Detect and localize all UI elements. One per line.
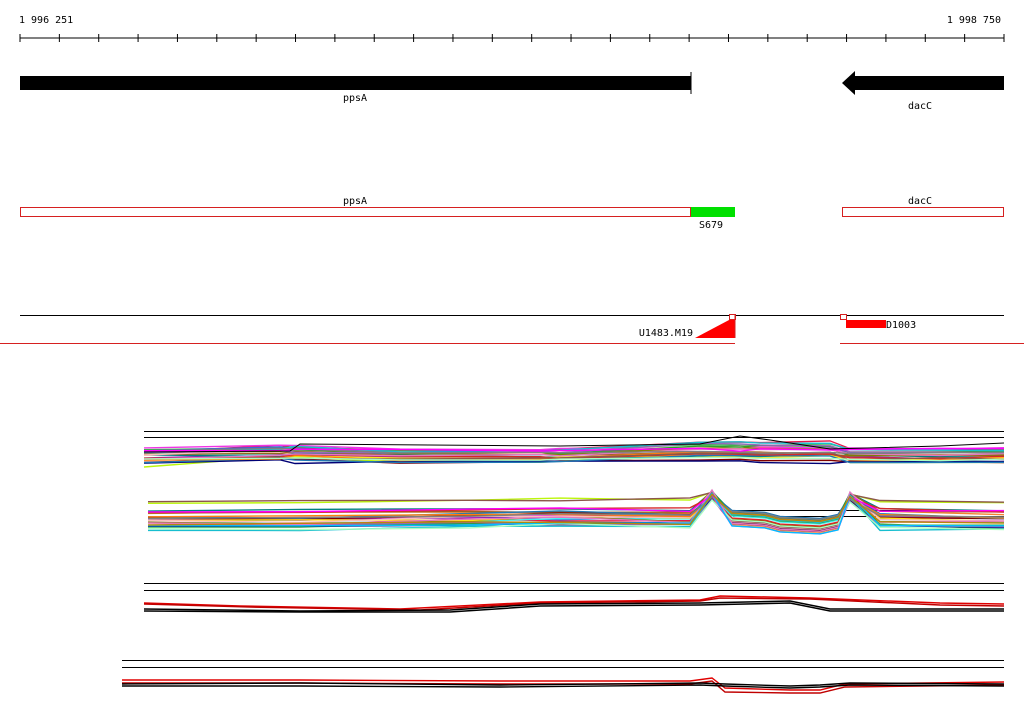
annotation-dacC-box[interactable] — [842, 207, 1004, 217]
gene-dacC-label: dacC — [908, 101, 932, 112]
gene-track: ppsA dacC — [20, 71, 1004, 112]
feature-U1483-M19-ramp[interactable] — [695, 320, 735, 338]
annotation-track: ppsA S679 dacC — [20, 196, 1004, 231]
profile-panel-4 — [121, 660, 1005, 694]
genome-browser-view: 1 996 251 1 998 750 ppsA dacC ppsA S679 … — [0, 15, 1024, 694]
panel-1-series — [143, 435, 1005, 468]
ruler-end-label: 1 998 750 — [947, 15, 1001, 26]
feature-U1483-M19-label: U1483.M19 — [639, 328, 693, 339]
profile-panel-1 — [143, 431, 1005, 468]
coordinate-ruler: 1 996 251 1 998 750 — [19, 15, 1005, 42]
annotation-ppsA[interactable]: ppsA — [20, 196, 691, 217]
feature-U1483-M19[interactable]: U1483.M19 — [639, 314, 736, 340]
ruler-start-label: 1 996 251 — [19, 15, 73, 26]
profile-panel-2 — [147, 488, 1005, 535]
annotation-dacC[interactable]: dacC — [842, 196, 1004, 217]
feature-track: U1483.M19 D1003 — [0, 314, 1024, 344]
annotation-ppsA-box[interactable] — [20, 207, 691, 217]
feature-D1003-label: D1003 — [886, 320, 916, 331]
profile-panel-3 — [143, 583, 1005, 613]
gene-ppsA[interactable]: ppsA — [20, 72, 692, 104]
feature-D1003[interactable]: D1003 — [840, 314, 917, 332]
annotation-S679-box[interactable] — [691, 207, 735, 217]
annotation-S679[interactable]: S679 — [691, 207, 735, 231]
panel-3-series — [143, 595, 1005, 613]
panel-4-series — [121, 677, 1005, 694]
annotation-ppsA-label: ppsA — [343, 196, 367, 207]
annotation-S679-label: S679 — [699, 220, 723, 231]
panel-2-series — [147, 488, 1005, 535]
gene-ppsA-label: ppsA — [343, 93, 367, 104]
gene-ppsA-arrow[interactable] — [20, 76, 691, 90]
feature-D1003-marker — [840, 314, 847, 320]
gene-dacC[interactable]: dacC — [842, 71, 1004, 112]
gene-dacC-arrow[interactable] — [842, 71, 1004, 95]
feature-D1003-bar[interactable] — [846, 320, 886, 328]
annotation-dacC-label: dacC — [908, 196, 932, 207]
